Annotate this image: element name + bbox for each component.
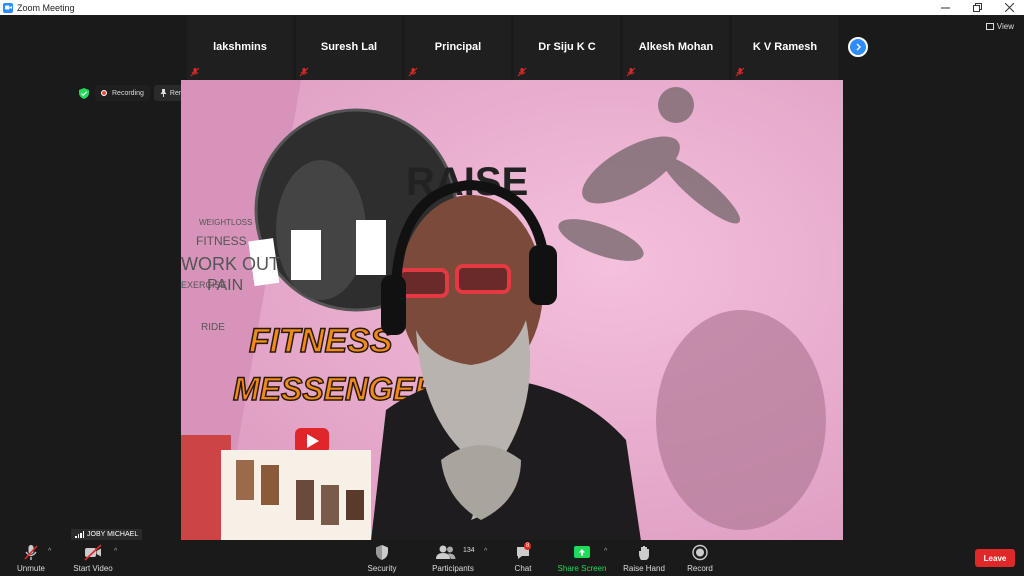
wall-word: FITNESS <box>196 234 247 248</box>
zoom-logo-icon <box>3 2 13 13</box>
view-button[interactable]: View <box>985 22 1014 31</box>
chat-label: Chat <box>514 564 532 573</box>
participant-name: K V Ramesh <box>752 40 818 53</box>
restore-icon <box>972 3 982 12</box>
muted-mic-icon <box>735 67 745 77</box>
share-screen-button[interactable]: Share Screen <box>556 540 608 576</box>
participant-name: Alkesh Mohan <box>638 40 714 53</box>
wall-text-fitness: FITNESS <box>249 322 393 360</box>
participant-tile[interactable]: Suresh Lal <box>296 15 402 80</box>
recording-label: Recording <box>112 89 144 97</box>
security-button[interactable]: Security <box>364 540 400 576</box>
shield-icon <box>376 545 388 560</box>
raise-hand-button[interactable]: Raise Hand <box>622 540 666 576</box>
participant-tile[interactable]: Principal <box>405 15 511 80</box>
self-name-chip: JOBY MICHAEL <box>71 529 143 540</box>
meeting-toolbar: Unmute ^ Start Video ^ Security Particip… <box>0 540 1024 576</box>
record-button[interactable]: Record <box>684 540 716 576</box>
unmute-button[interactable]: Unmute <box>14 540 48 576</box>
recording-dot-icon <box>101 90 107 96</box>
share-screen-label: Share Screen <box>557 564 607 573</box>
spotlight-video: RAISE WEIGHTLOSS FITNESS WORK OUT EXERCI… <box>181 80 843 541</box>
share-options-caret-icon[interactable]: ^ <box>604 548 607 555</box>
restore-button[interactable] <box>960 0 994 15</box>
participants-caret-icon[interactable]: ^ <box>484 548 487 555</box>
muted-mic-icon <box>24 545 38 560</box>
raise-hand-label: Raise Hand <box>623 564 665 573</box>
participant-name: Principal <box>434 40 482 53</box>
participant-tile[interactable]: K V Ramesh <box>732 15 838 80</box>
pin-icon <box>160 89 167 97</box>
video-frame-illustration: RAISE WEIGHTLOSS FITNESS WORK OUT EXERCI… <box>181 80 843 541</box>
record-label: Record <box>687 564 713 573</box>
participant-name: Suresh Lal <box>320 40 378 53</box>
participants-icon <box>436 545 456 559</box>
security-label: Security <box>367 564 397 573</box>
participant-tile[interactable]: Dr Siju K C <box>514 15 620 80</box>
muted-mic-icon <box>408 67 418 77</box>
muted-mic-icon <box>299 67 309 77</box>
participant-strip: lakshmins Suresh Lal Principal Dr Siju K… <box>187 15 838 80</box>
video-options-caret-icon[interactable]: ^ <box>114 548 117 555</box>
wall-word: RIDE <box>201 322 225 333</box>
wall-word: WORK OUT <box>181 254 280 274</box>
title-bar: Zoom Meeting <box>0 0 1024 15</box>
window-title: Zoom Meeting <box>17 2 75 13</box>
muted-mic-icon <box>517 67 527 77</box>
next-page-button[interactable] <box>848 37 868 57</box>
self-name: JOBY MICHAEL <box>87 531 139 538</box>
video-off-icon <box>84 544 102 561</box>
minimize-button[interactable] <box>928 0 962 15</box>
unmute-label: Unmute <box>16 564 45 573</box>
view-label: View <box>996 22 1014 31</box>
audio-options-caret-icon[interactable]: ^ <box>48 548 51 555</box>
start-video-button[interactable]: Start Video <box>70 540 116 576</box>
grid-view-icon <box>985 23 994 30</box>
wall-word: WEIGHTLOSS <box>199 218 252 227</box>
participants-count: 134 <box>463 547 475 554</box>
record-icon <box>692 544 708 561</box>
muted-mic-icon <box>190 67 200 77</box>
leave-button[interactable]: Leave <box>975 549 1015 567</box>
close-button[interactable] <box>992 0 1024 15</box>
share-screen-icon <box>574 546 590 558</box>
wall-word: PAIN <box>207 277 243 294</box>
participant-tile[interactable]: lakshmins <box>187 15 293 80</box>
participant-name: Dr Siju K C <box>538 40 596 53</box>
participant-tile[interactable]: Alkesh Mohan <box>623 15 729 80</box>
chat-button[interactable]: 8 Chat <box>510 540 536 576</box>
signal-strength-icon <box>75 531 84 538</box>
participants-label: Participants <box>432 564 474 573</box>
encryption-shield-icon[interactable] <box>77 86 91 100</box>
raise-hand-icon <box>639 546 649 560</box>
minimize-icon <box>940 7 950 9</box>
participants-button[interactable]: Participants <box>428 540 478 576</box>
start-video-label: Start Video <box>73 564 113 573</box>
recording-indicator[interactable]: Recording <box>95 85 150 101</box>
close-icon <box>1004 3 1014 12</box>
chevron-right-icon <box>856 43 861 51</box>
muted-mic-icon <box>626 67 636 77</box>
participant-name: lakshmins <box>213 40 267 53</box>
